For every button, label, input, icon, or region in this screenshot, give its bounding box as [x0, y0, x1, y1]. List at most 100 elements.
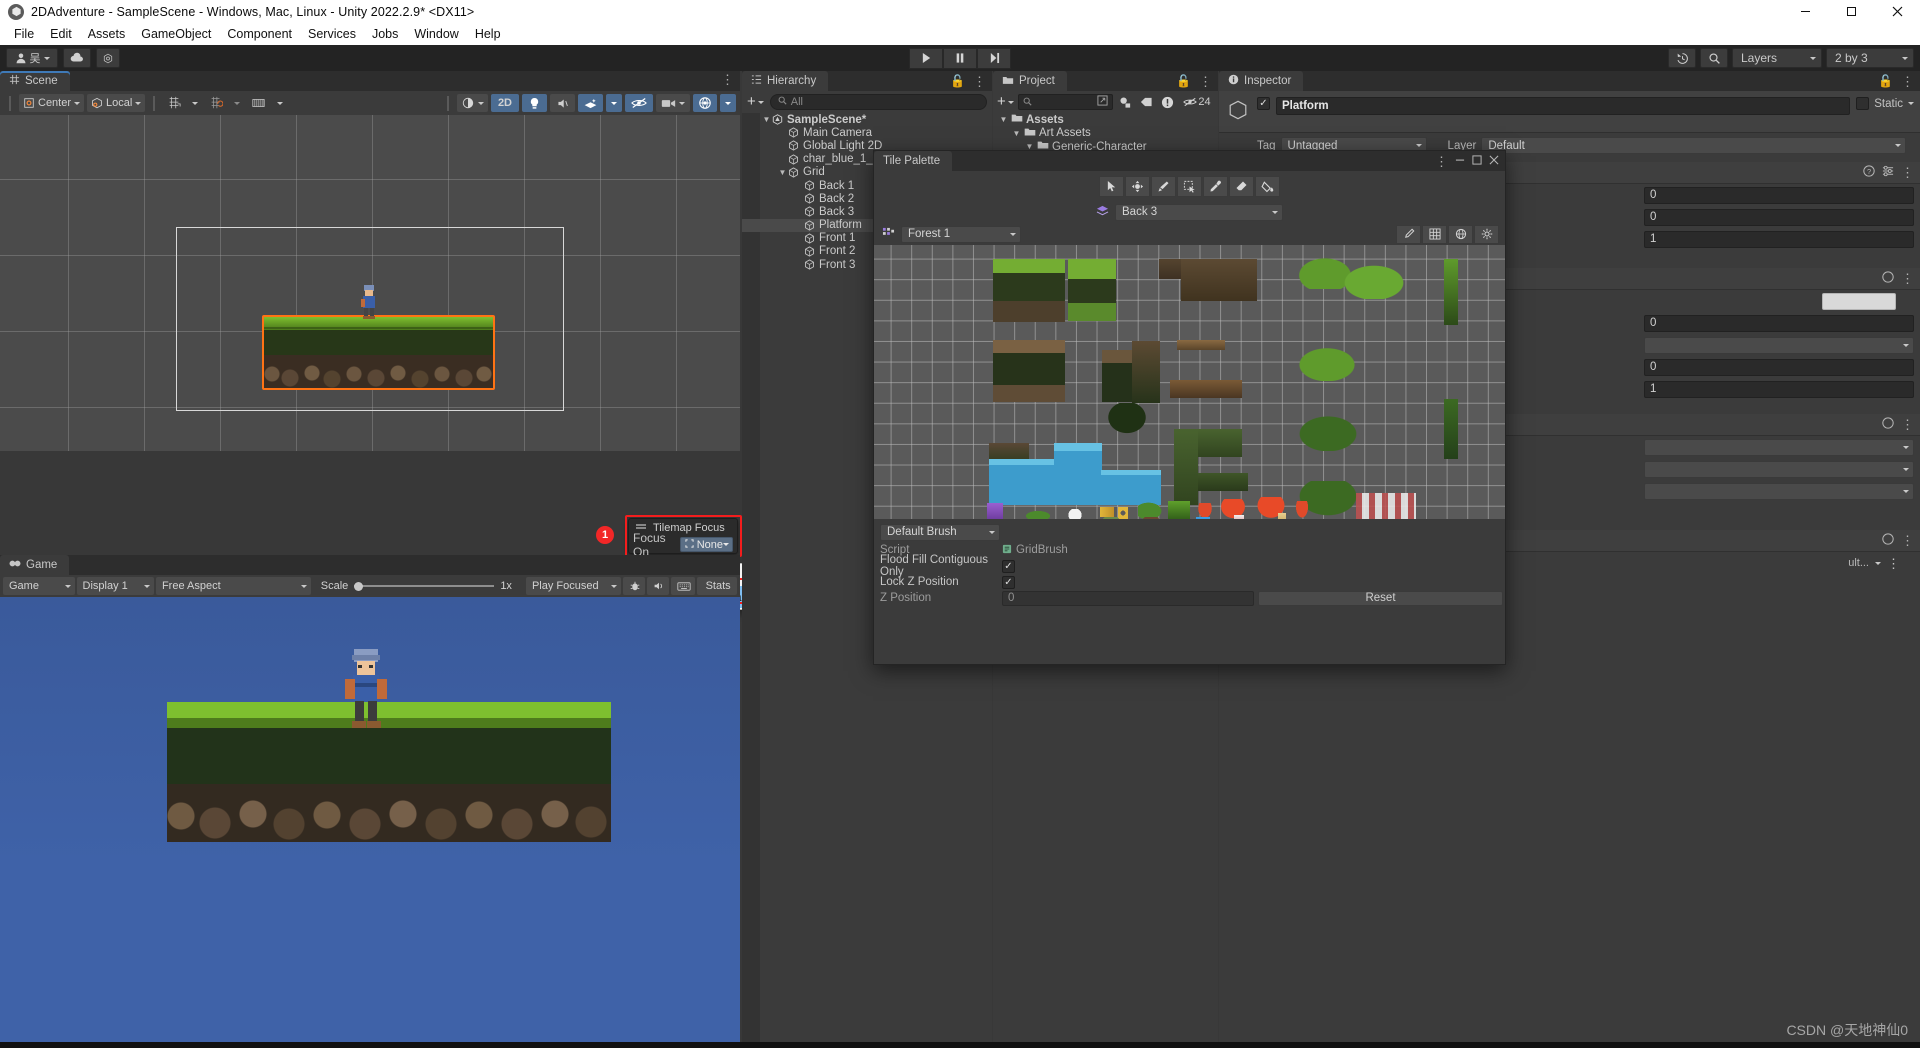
tile-stone-block[interactable] [1198, 429, 1242, 457]
lighting-icon[interactable] [522, 94, 547, 112]
tab-tile-palette[interactable]: Tile Palette [874, 151, 953, 171]
preset-icon[interactable] [1882, 165, 1894, 180]
tile-water-c[interactable] [1054, 443, 1102, 505]
tile-tree-edge[interactable] [1444, 259, 1458, 325]
component-3-dropdown-2[interactable] [1644, 460, 1914, 478]
2d-toggle-button[interactable]: 2D [490, 94, 519, 112]
palette-dropdown[interactable]: Forest 1 [901, 225, 1021, 243]
warning-icon[interactable] [1159, 94, 1176, 111]
help-icon[interactable]: ? [1863, 165, 1875, 180]
step-button[interactable] [977, 47, 1011, 69]
transform-value-x[interactable]: 0 [1644, 186, 1914, 204]
project-item-assets[interactable]: ▼ Assets [993, 113, 1218, 127]
component-2-dropdown-1[interactable] [1644, 336, 1914, 354]
tile-prop-jar[interactable] [1100, 517, 1122, 519]
tab-project[interactable]: Project [993, 71, 1067, 91]
color-swatch-field[interactable] [1822, 292, 1896, 310]
tile-prop-potion[interactable] [1234, 515, 1244, 519]
account-button[interactable]: 吴 [6, 48, 58, 68]
tile-character-sheet[interactable] [1356, 493, 1416, 519]
transform-value-y[interactable]: 0 [1644, 208, 1914, 226]
save-search-icon[interactable] [1097, 95, 1108, 109]
tile-grass-block-a[interactable] [993, 259, 1065, 322]
tile-prop-lilypad[interactable] [1026, 511, 1050, 519]
tile-tree-edge-b[interactable] [1444, 399, 1458, 459]
add-gameobject-button[interactable]: + [747, 94, 764, 109]
tile-prop-grass[interactable] [1168, 501, 1190, 519]
tile-tree-top[interactable] [1106, 403, 1148, 435]
layers-dropdown[interactable]: Layers [1732, 48, 1822, 68]
close-button[interactable] [1874, 0, 1920, 23]
hierarchy-item-main-camera[interactable]: Main Camera [742, 126, 992, 139]
collab-button[interactable] [96, 48, 120, 68]
more-menu-icon[interactable]: ⋮ [1435, 155, 1448, 168]
lock-icon[interactable]: 🔓 [950, 74, 965, 88]
box-fill-icon[interactable] [1177, 175, 1202, 197]
more-menu-icon[interactable]: ⋮ [1199, 75, 1212, 88]
play-button[interactable] [909, 47, 943, 69]
grid-snap-icon[interactable] [163, 94, 185, 112]
component-3-dropdown-1[interactable] [1644, 438, 1914, 456]
tile-bush-b[interactable] [1340, 263, 1408, 299]
create-asset-button[interactable]: + [997, 94, 1014, 109]
minimize-icon[interactable] [1455, 154, 1465, 168]
tile-prop-gem[interactable] [1196, 517, 1210, 519]
hidden-objects-icon[interactable] [625, 94, 653, 112]
keyboard-input-icon[interactable] [671, 577, 696, 595]
snap-increment-icon[interactable] [205, 94, 227, 112]
menu-services[interactable]: Services [300, 25, 364, 43]
disclosure-triangle-icon[interactable]: ▼ [999, 115, 1008, 124]
object-enabled-checkbox[interactable]: ✓ [1257, 97, 1270, 110]
more-menu-icon[interactable]: ⋮ [1901, 272, 1914, 285]
game-viewport[interactable] [0, 597, 740, 1048]
maximize-icon[interactable] [1472, 154, 1482, 168]
grid-snap-dropdown[interactable] [188, 94, 202, 112]
more-menu-icon[interactable]: ⋮ [1901, 75, 1914, 88]
tile-prop-reeds[interactable] [987, 503, 1003, 519]
object-name-field[interactable]: Platform [1276, 97, 1851, 115]
paint-brush-icon[interactable] [1151, 175, 1176, 197]
help-icon[interactable] [1882, 533, 1894, 548]
component-2-value-1[interactable]: 0 [1644, 358, 1914, 376]
settings-icon[interactable] [1474, 224, 1499, 244]
grid-toggle-icon[interactable] [1422, 224, 1447, 244]
snap-increment-dropdown[interactable] [230, 94, 244, 112]
gizmo-toggle-icon[interactable] [1448, 224, 1473, 244]
tile-stone-wall[interactable] [1174, 429, 1198, 505]
disclosure-triangle-icon[interactable]: ▼ [1012, 129, 1021, 138]
close-icon[interactable] [1489, 154, 1499, 168]
grid-visibility-icon[interactable] [247, 94, 270, 112]
lock-icon[interactable]: 🔓 [1176, 74, 1191, 88]
menu-component[interactable]: Component [219, 25, 300, 43]
project-search-input[interactable] [1017, 94, 1113, 110]
tile-prop-pot[interactable] [1140, 517, 1162, 519]
component-2-value-0[interactable]: 0 [1644, 314, 1914, 332]
focus-on-dropdown[interactable]: None [679, 537, 733, 552]
tile-prop-candle[interactable] [1278, 513, 1286, 519]
lock-icon[interactable]: 🔓 [1878, 74, 1893, 88]
tile-bush-c[interactable] [1294, 345, 1360, 381]
tab-scene[interactable]: Scene [0, 71, 70, 91]
cloud-button[interactable] [63, 48, 91, 68]
tile-grass-block-b[interactable] [1068, 259, 1116, 321]
pivot-mode-button[interactable]: Center [19, 94, 85, 112]
brush-dropdown[interactable]: Default Brush [880, 523, 1000, 541]
more-menu-icon[interactable]: ⋮ [1901, 166, 1914, 179]
static-toggle-group[interactable]: ✓ Static [1856, 97, 1914, 110]
label-tag-icon[interactable] [1138, 94, 1155, 111]
more-menu-icon[interactable]: ⋮ [973, 75, 986, 88]
disclosure-triangle-icon[interactable]: ▼ [778, 168, 787, 177]
aspect-dropdown[interactable]: Free Aspect [155, 577, 311, 595]
flood-fill-checkbox[interactable]: ✓ [1002, 559, 1015, 573]
lock-z-checkbox[interactable]: ✓ [1002, 575, 1015, 589]
effects-dropdown[interactable] [606, 94, 622, 112]
tile-rock-block-a[interactable] [993, 340, 1065, 402]
mute-audio-icon[interactable] [647, 577, 670, 595]
tile-palette-canvas[interactable] [874, 245, 1505, 519]
help-icon[interactable] [1882, 271, 1894, 286]
static-checkbox[interactable]: ✓ [1856, 97, 1870, 110]
more-menu-icon[interactable]: ⋮ [1901, 418, 1914, 431]
menu-help[interactable]: Help [467, 25, 509, 43]
hidden-packages-toggle[interactable]: 24 [1180, 94, 1214, 111]
select-tool-icon[interactable] [1099, 175, 1124, 197]
